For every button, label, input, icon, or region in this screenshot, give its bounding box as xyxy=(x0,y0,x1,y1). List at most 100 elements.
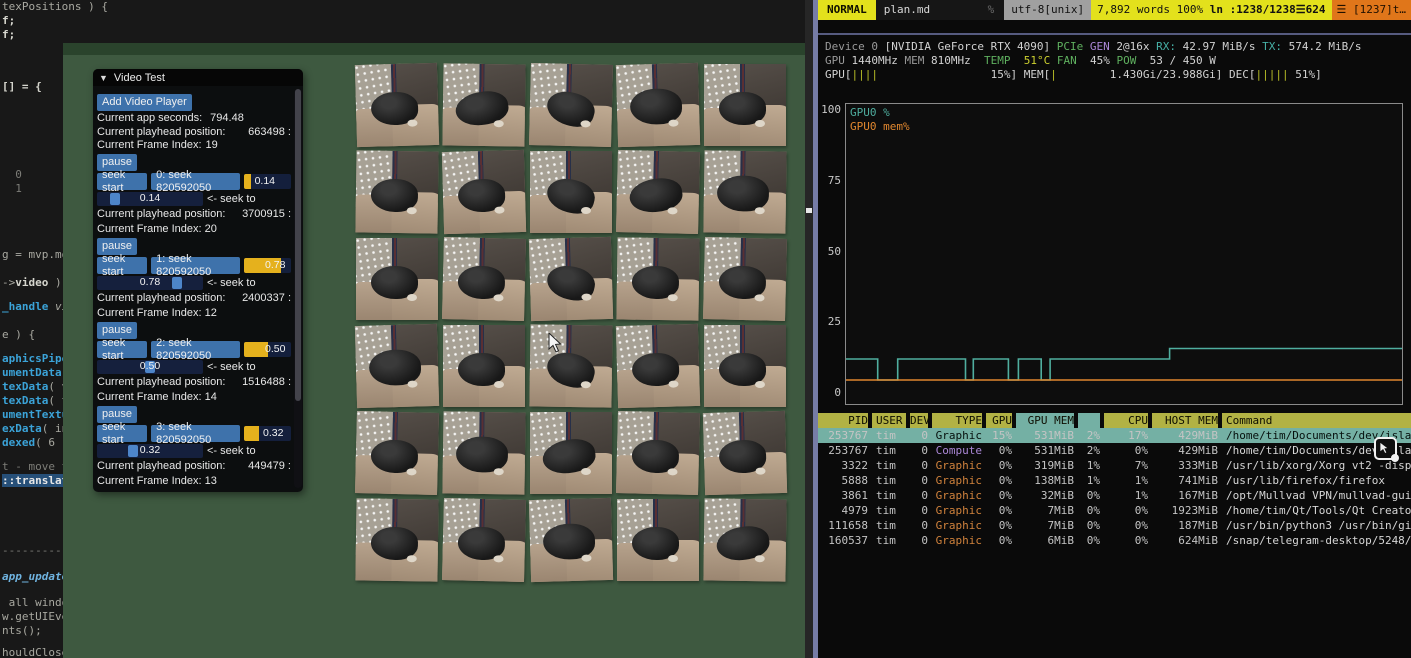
seek-section: pauseseek start1: seek 8205920500.780.78… xyxy=(97,238,291,320)
video-thumbnail xyxy=(442,237,526,321)
cat-figure xyxy=(456,436,508,472)
y-tick-label: 100 xyxy=(821,103,841,117)
column-header[interactable]: GPU xyxy=(986,413,1012,428)
video-thumbnail xyxy=(442,63,525,146)
code-line: e ) { xyxy=(2,328,35,341)
video-thumbnail xyxy=(529,237,613,321)
process-cell: 253767 xyxy=(818,443,868,458)
process-cell: 0% xyxy=(986,488,1012,503)
video-thumbnail xyxy=(703,411,787,495)
editor-scrollbar-handle[interactable] xyxy=(806,208,812,213)
seek-progressbar: 0.32 xyxy=(244,426,291,441)
seek-start-button[interactable]: seek start xyxy=(97,425,147,442)
column-header[interactable]: HOST MEM xyxy=(1152,413,1218,428)
frame-row: Current Frame Index: 12 xyxy=(97,305,291,320)
mouse-cursor-icon xyxy=(548,333,564,359)
process-cell: 531MiB xyxy=(1016,428,1074,443)
video-test-panel[interactable]: ▼ Video Test Add Video Player Current ap… xyxy=(93,69,303,492)
process-cell: 3861 xyxy=(818,488,868,503)
process-cell: 7MiB xyxy=(1016,518,1074,533)
video-thumbnail xyxy=(703,150,786,233)
playhead-row: Current playhead position:2400337 : xyxy=(97,290,291,305)
process-cell: 624MiB xyxy=(1152,533,1218,548)
slider-value: 0.78 xyxy=(97,276,203,288)
seek-slider[interactable]: 0.50 xyxy=(97,360,203,374)
process-table[interactable]: PID USER DEV TYPE GPU GPU MEM CPU HOST MEM Comma… xyxy=(818,413,1411,548)
column-header[interactable]: CPU xyxy=(1104,413,1148,428)
process-cell: 167MiB xyxy=(1152,488,1218,503)
seek-button[interactable]: 0: seek 820592050 xyxy=(151,173,240,190)
add-video-player-button[interactable]: Add Video Player xyxy=(97,94,192,111)
video-thumbnail xyxy=(616,411,700,495)
video-thumbnail xyxy=(617,499,699,581)
video-thumbnail xyxy=(704,64,786,146)
column-header[interactable]: GPU MEM xyxy=(1016,413,1074,428)
process-row[interactable]: 3322tim0Graphic0%319MiB1%7%333MiB/usr/li… xyxy=(818,458,1411,473)
process-cell: Graphic xyxy=(932,473,982,488)
seek-button[interactable]: 1: seek 820592050 xyxy=(151,257,240,274)
video-app-window: ▼ Video Test Add Video Player Current ap… xyxy=(63,43,805,658)
panel-titlebar[interactable]: ▼ Video Test xyxy=(93,69,303,86)
video-thumbnail xyxy=(704,325,786,407)
video-thumbnail xyxy=(529,498,613,582)
process-cell: 0% xyxy=(986,503,1012,518)
column-header[interactable]: PID xyxy=(818,413,868,428)
slider-row: 0.14<- seek to xyxy=(97,192,291,206)
process-cell: 531MiB xyxy=(1016,443,1074,458)
process-cell: 3322 xyxy=(818,458,868,473)
process-cell: 138MiB xyxy=(1016,473,1074,488)
panel-scrollbar-handle[interactable] xyxy=(295,89,301,401)
process-row[interactable]: 4979tim0Graphic0%7MiB0%0%1923MiB/home/ti… xyxy=(818,503,1411,518)
frame-index-value: 19 xyxy=(206,139,218,151)
seek-button[interactable]: 3: seek 820592050 xyxy=(151,425,240,442)
seek-slider[interactable]: 0.14 xyxy=(97,192,203,206)
process-cell: 0 xyxy=(910,458,928,473)
seek-progressbar: 0.50 xyxy=(244,342,291,357)
column-header[interactable] xyxy=(1078,413,1100,428)
video-thumbnail xyxy=(355,150,438,233)
process-row[interactable]: 3861tim0Graphic0%32MiB0%1%167MiB/opt/Mul… xyxy=(818,488,1411,503)
process-cell: tim xyxy=(872,488,906,503)
column-header[interactable]: Command xyxy=(1222,413,1411,428)
process-cell: Graphic xyxy=(932,428,982,443)
seek-slider[interactable]: 0.32 xyxy=(97,444,203,458)
seek-button[interactable]: 2: seek 820592050 xyxy=(151,341,240,358)
seek-slider[interactable]: 0.78 xyxy=(97,276,203,290)
process-cell: 0% xyxy=(1078,488,1100,503)
code-line: umentData( xyxy=(2,366,68,379)
code-line: 1 xyxy=(2,182,22,195)
triangle-down-icon[interactable]: ▼ xyxy=(99,73,108,83)
progress-value: 0.32 xyxy=(263,427,283,439)
column-header[interactable]: TYPE xyxy=(932,413,982,428)
seek-row: seek start2: seek 820592050 0.50 xyxy=(97,341,291,358)
playhead-label: Current playhead position: xyxy=(97,292,225,304)
video-thumbnail xyxy=(703,237,787,321)
terminal-window[interactable]: NORMAL plan.md % utf-8[unix] 7,892 words… xyxy=(813,0,1411,658)
column-header[interactable]: USER xyxy=(872,413,906,428)
process-cell: 160537 xyxy=(818,533,868,548)
process-cell: 1% xyxy=(1078,458,1100,473)
process-cell: 429MiB xyxy=(1152,428,1218,443)
code-line: 0 xyxy=(2,168,22,181)
process-row[interactable]: 5888tim0Graphic0%138MiB1%1%741MiB/usr/li… xyxy=(818,473,1411,488)
process-cell: 111658 xyxy=(818,518,868,533)
column-header[interactable]: DEV xyxy=(910,413,928,428)
code-line: f; xyxy=(2,28,15,41)
process-cell: 0 xyxy=(910,428,928,443)
seek-row: seek start3: seek 820592050 0.32 xyxy=(97,425,291,442)
editor-scrollbar[interactable] xyxy=(805,0,813,658)
video-thumbnail xyxy=(529,63,613,147)
process-row[interactable]: 253767tim0Compute0%531MiB2%0%429MiB/home… xyxy=(818,443,1411,458)
process-cell: Compute xyxy=(932,443,982,458)
panel-scrollbar[interactable] xyxy=(294,89,302,488)
process-cell: 0% xyxy=(1104,503,1148,518)
process-row[interactable]: 111658tim0Graphic0%7MiB0%0%187MiB/usr/bi… xyxy=(818,518,1411,533)
process-row[interactable]: 253767tim0Graphic15%531MiB2%17%429MiB/ho… xyxy=(818,428,1411,443)
process-row[interactable]: 160537tim0Graphic0%6MiB0%0%624MiB/snap/t… xyxy=(818,533,1411,548)
vim-mode-badge: NORMAL xyxy=(818,0,876,20)
seek-start-button[interactable]: seek start xyxy=(97,257,147,274)
process-cell: 15% xyxy=(986,428,1012,443)
playhead-value: 1516488 : xyxy=(242,376,291,388)
seek-start-button[interactable]: seek start xyxy=(97,173,147,190)
seek-start-button[interactable]: seek start xyxy=(97,341,147,358)
